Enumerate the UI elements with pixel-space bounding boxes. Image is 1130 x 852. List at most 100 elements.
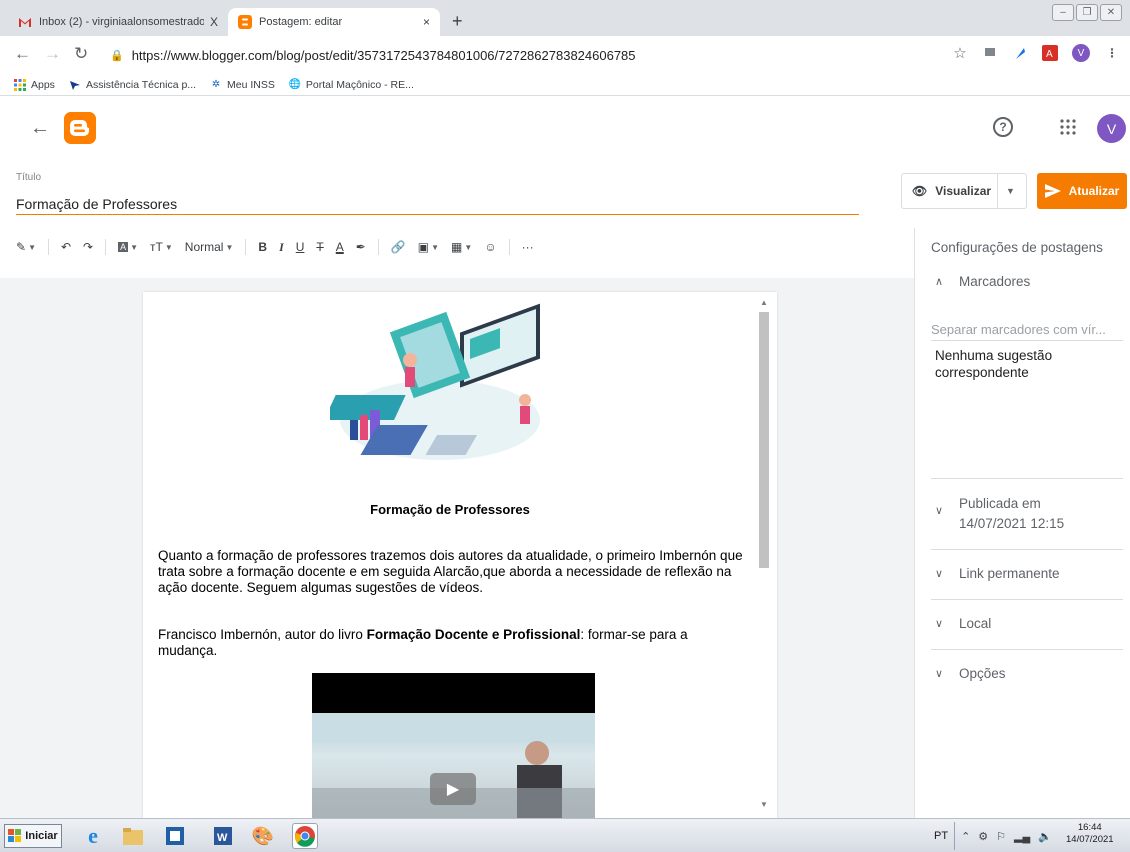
- post-illustration: [330, 303, 540, 460]
- start-button[interactable]: Iniciar: [4, 824, 62, 848]
- play-icon[interactable]: ▶: [430, 773, 476, 805]
- close-tab-icon[interactable]: X: [210, 15, 218, 29]
- globe-icon: 🌐: [288, 79, 302, 90]
- clock-time: 16:44: [1077, 822, 1102, 833]
- profile-avatar[interactable]: V: [1072, 44, 1090, 62]
- tab-blogger-edit[interactable]: Postagem: editar ×: [228, 8, 440, 36]
- options-section-toggle[interactable]: ∨ Opções: [935, 666, 1006, 681]
- underline-icon[interactable]: U: [296, 240, 305, 254]
- extension-flag-icon[interactable]: [982, 45, 998, 61]
- chevron-down-icon[interactable]: ▼: [1006, 186, 1015, 196]
- style-select-value: Normal: [184, 240, 224, 254]
- labels-section-toggle[interactable]: ∧ Marcadores: [935, 274, 1030, 289]
- emoji-icon[interactable]: ☺: [484, 240, 496, 254]
- paint-icon[interactable]: 🎨: [250, 823, 276, 849]
- paragraph-style-select[interactable]: Normal ▼: [185, 240, 234, 254]
- blogger-logo-icon[interactable]: [64, 112, 96, 144]
- clock-date: 14/07/2021: [1066, 834, 1114, 845]
- close-window-icon[interactable]: ✕: [1100, 4, 1122, 21]
- internet-explorer-icon[interactable]: e: [80, 823, 106, 849]
- italic-icon[interactable]: I: [279, 240, 284, 255]
- compose-mode-button[interactable]: ✎ ▼: [16, 240, 36, 254]
- published-date: 14/07/2021 12:15: [959, 516, 1065, 531]
- browser-menu-icon[interactable]: ⋮: [1104, 45, 1120, 61]
- restore-icon[interactable]: ❐: [1076, 4, 1098, 21]
- preview-label: Visualizar: [935, 184, 992, 198]
- text-size-icon: тT: [150, 240, 163, 254]
- labels-heading: Marcadores: [959, 274, 1031, 289]
- bookmark-label: Portal Maçônico - RE...: [305, 78, 414, 91]
- bookmark-meu-inss[interactable]: ✲ Meu INSS: [210, 79, 275, 91]
- lock-icon: 🔒: [110, 49, 124, 62]
- back-icon[interactable]: ←: [14, 44, 31, 64]
- reload-icon[interactable]: ↻: [74, 44, 88, 64]
- eye-icon: 👁: [912, 184, 928, 198]
- image-icon: ▣: [417, 240, 430, 254]
- back-arrow-icon[interactable]: ←: [30, 117, 50, 140]
- network-signal-icon[interactable]: ▂▄: [1014, 830, 1030, 843]
- system-clock[interactable]: 16:44 14/07/2021: [1066, 822, 1114, 846]
- post-title-input[interactable]: [16, 193, 859, 215]
- extension-feather-icon[interactable]: [1012, 45, 1028, 61]
- svg-text:A: A: [1046, 49, 1053, 60]
- chrome-icon[interactable]: [292, 823, 318, 849]
- permalink-section-toggle[interactable]: ∨ Link permanente: [935, 566, 1060, 581]
- redo-icon[interactable]: ↷: [83, 240, 93, 254]
- published-section-toggle[interactable]: ∨ Publicada em 14/07/2021 12:15: [935, 494, 1064, 534]
- labels-input[interactable]: Separar marcadores com vír...: [931, 322, 1123, 341]
- scrollbar-thumb[interactable]: [759, 312, 769, 568]
- close-tab-icon[interactable]: ×: [423, 15, 430, 29]
- action-center-flag-icon[interactable]: ⚐: [996, 830, 1006, 843]
- user-avatar[interactable]: V: [1097, 114, 1126, 143]
- text-color-icon[interactable]: A: [336, 240, 344, 254]
- extensions-area: ☆ A V ⋮: [952, 44, 1120, 62]
- tab-gmail-inbox[interactable]: Inbox (2) - virginiaalonsomestrado... X: [8, 8, 228, 36]
- arrow-cursor-icon: [69, 80, 80, 90]
- highlight-icon[interactable]: ✒: [356, 240, 366, 254]
- url-text: https://www.blogger.com/blog/post/edit/3…: [131, 47, 636, 63]
- update-button[interactable]: Atualizar: [1037, 173, 1127, 209]
- google-apps-icon[interactable]: [1060, 119, 1076, 135]
- location-section-toggle[interactable]: ∨ Local: [935, 616, 991, 631]
- forward-icon[interactable]: →: [44, 44, 61, 64]
- help-icon[interactable]: ?: [993, 117, 1013, 137]
- bold-icon[interactable]: B: [258, 240, 267, 254]
- image-button[interactable]: ▣ ▼: [418, 240, 439, 254]
- network-sharing-icon[interactable]: ⚙: [978, 830, 988, 843]
- inss-icon: ✲: [211, 79, 221, 90]
- blogger-header: ← ? V: [0, 97, 1130, 159]
- more-options-icon[interactable]: ···: [522, 240, 534, 254]
- scroll-down-icon[interactable]: ▼: [760, 800, 768, 809]
- word-icon[interactable]: W: [210, 823, 236, 849]
- browser-tab-strip: Inbox (2) - virginiaalonsomestrado... X …: [0, 0, 1130, 36]
- embedded-video[interactable]: ▶: [312, 673, 595, 818]
- bookmark-label: Meu INSS: [227, 78, 275, 91]
- pdf-extension-icon[interactable]: A: [1042, 45, 1058, 61]
- address-bar[interactable]: 🔒 https://www.blogger.com/blog/post/edit…: [110, 42, 930, 68]
- new-tab-button[interactable]: +: [452, 11, 463, 32]
- post-paragraph: Quanto a formação de professores trazemo…: [158, 548, 743, 595]
- undo-icon[interactable]: ↶: [61, 240, 71, 254]
- bookmark-portal-maconico[interactable]: 🌐 Portal Maçônico - RE...: [289, 79, 414, 91]
- chevron-up-icon: ∧: [935, 276, 944, 288]
- paragraph-text: Francisco Imbernón, autor do livro: [158, 627, 367, 642]
- preview-button[interactable]: 👁 Visualizar ▼: [901, 173, 1027, 209]
- bookmark-star-icon[interactable]: ☆: [952, 45, 968, 62]
- volume-icon[interactable]: 🔈: [1038, 830, 1052, 843]
- window-controls: – ❐ ✕: [1052, 4, 1122, 21]
- language-indicator[interactable]: PT: [934, 830, 948, 842]
- outlook-icon[interactable]: [162, 823, 188, 849]
- file-explorer-icon[interactable]: [120, 823, 146, 849]
- strikethrough-icon[interactable]: T: [316, 240, 323, 254]
- sidebar-title: Configurações de postagens: [931, 240, 1103, 255]
- font-size-button[interactable]: тT ▼: [150, 240, 173, 254]
- video-button[interactable]: ▦ ▼: [451, 240, 472, 254]
- tray-expand-icon[interactable]: ⌃: [961, 830, 970, 843]
- bookmark-assistencia[interactable]: Assistência Técnica p...: [69, 79, 196, 91]
- scroll-up-icon[interactable]: ▲: [760, 298, 768, 307]
- minimize-icon[interactable]: –: [1052, 4, 1074, 21]
- link-icon[interactable]: 🔗: [391, 240, 406, 254]
- font-button[interactable]: A ▼: [118, 242, 138, 252]
- video-icon: ▦: [451, 240, 463, 254]
- bookmark-apps[interactable]: Apps: [14, 78, 55, 91]
